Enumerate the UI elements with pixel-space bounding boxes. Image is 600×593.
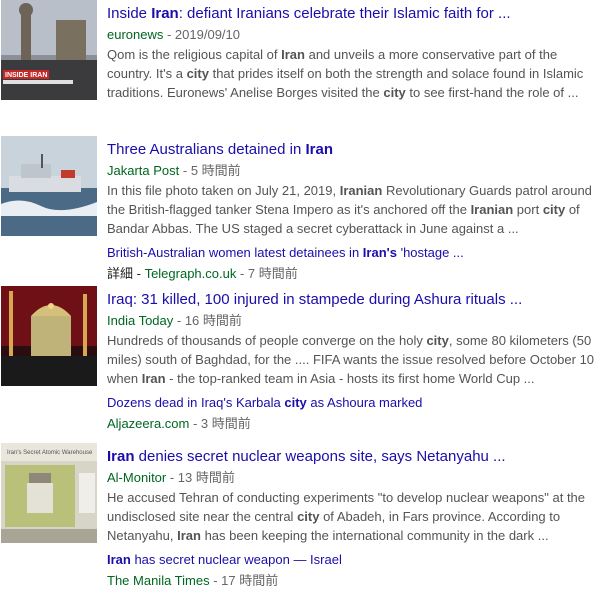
thumbnail-caption: INSIDE IRAN [5, 72, 47, 79]
result-snippet: Hundreds of thousands of people converge… [107, 333, 595, 386]
result-meta: Jakarta Post - 5 時間前 [107, 162, 599, 180]
highlighted-term: city [542, 202, 566, 217]
result-meta: India Today - 16 時間前 [107, 312, 599, 330]
related-source: Aljazeera.com [107, 416, 190, 431]
related-article-meta: The Manila Times - 17 時間前 [107, 572, 599, 590]
related-article-link[interactable]: British-Australian women latest detainee… [107, 244, 599, 262]
related-article-meta: 詳細 - Telegraph.co.uk - 7 時間前 [107, 265, 599, 283]
result-source: Al-Monitor [107, 470, 167, 485]
related-article-link[interactable]: Iran has secret nuclear weapon — Israel [107, 551, 599, 569]
result-source: India Today [107, 313, 174, 328]
result-title-link[interactable]: Iran denies secret nuclear weapons site,… [107, 447, 599, 467]
related-article-link[interactable]: Dozens dead in Iraq's Karbala city as As… [107, 394, 599, 412]
result-meta: Al-Monitor - 13 時間前 [107, 469, 599, 487]
highlighted-term: Iranian [470, 202, 514, 217]
highlighted-term: city [186, 66, 209, 81]
related-source: The Manila Times [107, 573, 210, 588]
result-snippet: He accused Tehran of conducting experime… [107, 490, 586, 543]
result-thumbnail[interactable]: INSIDE IRAN [1, 0, 97, 100]
highlighted-term: Iran [107, 552, 131, 567]
more-link[interactable]: 詳細 - [107, 266, 145, 281]
result-title-link[interactable]: Inside Iran: defiant Iranians celebrate … [107, 4, 599, 24]
result-thumbnail[interactable]: Iran's Secret Atomic Warehouse [1, 443, 97, 543]
related-time: - 3 時間前 [189, 416, 251, 431]
highlighted-term: Iranian [339, 183, 383, 198]
related-time: - 17 時間前 [209, 573, 279, 588]
result-source: Jakarta Post [107, 163, 180, 178]
highlighted-term: Iran [177, 528, 201, 543]
related-source: Telegraph.co.uk [144, 266, 237, 281]
highlighted-term: city [383, 85, 406, 100]
result-time: - 16 時間前 [173, 313, 242, 328]
result-time: - 13 時間前 [166, 470, 235, 485]
highlighted-term: Iran [141, 371, 166, 386]
highlighted-term: city [297, 509, 320, 524]
result-source: euronews [107, 27, 164, 42]
highlighted-term: city [426, 333, 449, 348]
related-time: - 7 時間前 [236, 266, 298, 281]
related-article-meta: Aljazeera.com - 3 時間前 [107, 415, 599, 433]
result-meta: euronews - 2019/09/10 [107, 26, 599, 44]
result-thumbnail[interactable] [1, 286, 97, 386]
result-snippet: In this file photo taken on July 21, 201… [107, 183, 592, 236]
result-time: - 5 時間前 [179, 163, 241, 178]
highlighted-term: city [284, 395, 307, 410]
highlighted-term: Iran [281, 47, 305, 62]
result-thumbnail[interactable] [1, 136, 97, 236]
result-snippet: Qom is the religious capital of Iran and… [107, 47, 584, 100]
result-time: - 2019/09/10 [163, 27, 240, 42]
result-title-link[interactable]: Iraq: 31 killed, 100 injured in stampede… [107, 290, 599, 310]
highlighted-term: Iran's [362, 245, 397, 260]
result-title-link[interactable]: Three Australians detained in Iran [107, 140, 599, 160]
thumbnail-caption: Iran's Secret Atomic Warehouse [7, 450, 93, 456]
